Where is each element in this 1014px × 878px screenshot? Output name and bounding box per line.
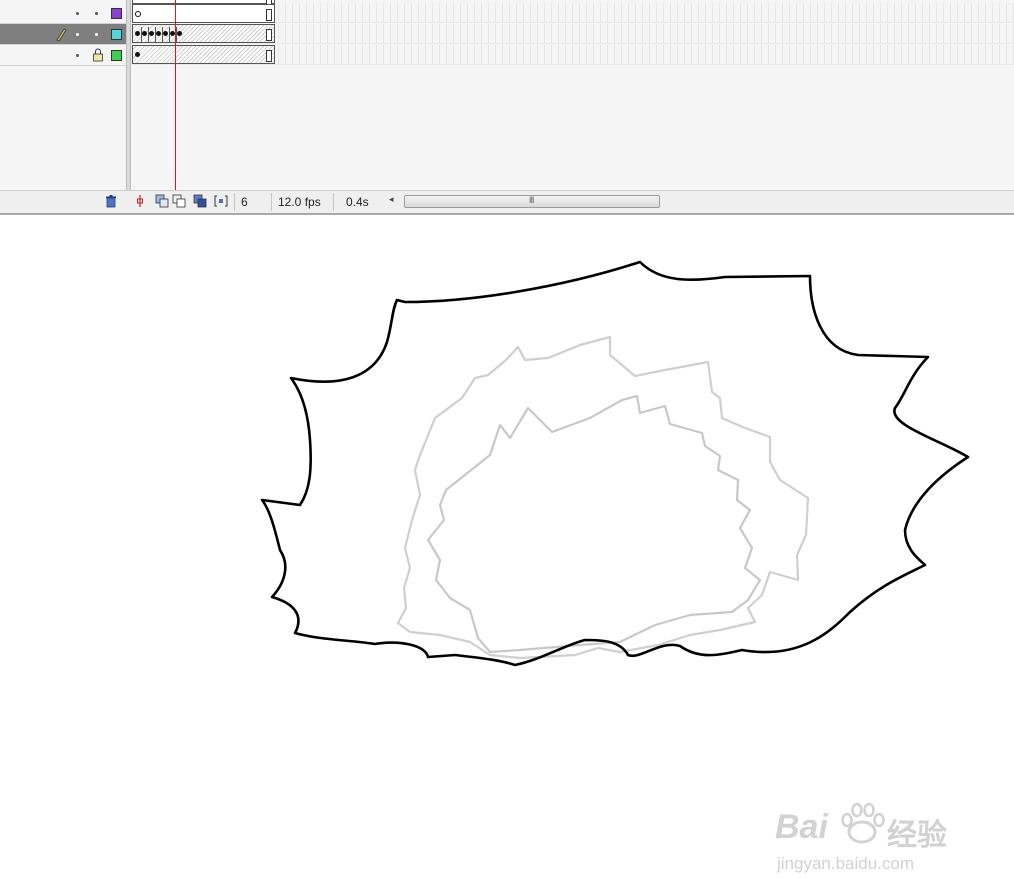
layer-color-swatch[interactable] xyxy=(111,29,122,40)
watermark-brand-right: 经验 xyxy=(887,819,947,852)
layer-row-2-selected[interactable] xyxy=(0,24,126,45)
frame-rate[interactable]: 12.0 fps xyxy=(271,193,329,211)
current-frame: 6 xyxy=(234,193,268,211)
layer-color-swatch[interactable] xyxy=(111,50,122,61)
timeline-panel: 6 12.0 fps 0.4s ◂ III xyxy=(0,0,1014,215)
layer-list xyxy=(0,0,126,213)
stage-canvas[interactable]: Bai 经验 jingyan.baidu.com xyxy=(0,215,1014,873)
onion-skin-shape-outer xyxy=(396,335,810,660)
frame-span-1[interactable] xyxy=(132,4,275,23)
keyframe[interactable] xyxy=(177,31,182,36)
playhead[interactable] xyxy=(175,0,176,191)
keyframe[interactable] xyxy=(156,31,161,36)
lock-icon[interactable] xyxy=(92,48,104,62)
onion-skin-icon[interactable] xyxy=(155,194,169,208)
frame-grid[interactable] xyxy=(131,0,1014,190)
keyframe[interactable] xyxy=(149,31,154,36)
horizontal-scrollbar[interactable]: III xyxy=(404,195,660,208)
visibility-dot[interactable] xyxy=(76,12,79,15)
trash-icon[interactable] xyxy=(104,194,118,208)
watermark-brand-left: Bai xyxy=(775,808,828,846)
timeline-status-bar: 6 12.0 fps 0.4s ◂ III xyxy=(0,190,1014,213)
scroll-left-arrow-icon[interactable]: ◂ xyxy=(389,194,394,205)
lock-dot[interactable] xyxy=(95,12,98,15)
paw-icon xyxy=(841,802,885,844)
edit-multiple-frames-icon[interactable] xyxy=(193,194,207,208)
layer-row-1[interactable] xyxy=(0,3,126,24)
keyframe[interactable] xyxy=(163,31,168,36)
end-frame-marker xyxy=(266,29,272,41)
layer-row-3[interactable] xyxy=(0,45,126,66)
stage-artwork[interactable] xyxy=(0,215,1014,685)
frame-span-3[interactable] xyxy=(132,45,275,64)
blank-keyframe[interactable] xyxy=(135,11,141,17)
center-frame-icon[interactable] xyxy=(133,194,147,208)
scrollbar-grip[interactable]: III xyxy=(529,195,534,205)
baidu-watermark: Bai 经验 jingyan.baidu.com xyxy=(775,788,965,878)
burst-outline xyxy=(260,260,970,667)
frame-span-2[interactable] xyxy=(132,24,275,43)
watermark-url: jingyan.baidu.com xyxy=(777,854,915,873)
end-frame-marker xyxy=(266,50,272,62)
visibility-dot[interactable] xyxy=(76,54,79,57)
visibility-dot[interactable] xyxy=(76,33,79,36)
layer-color-swatch[interactable] xyxy=(111,8,122,19)
lock-dot[interactable] xyxy=(95,33,98,36)
elapsed-time: 0.4s xyxy=(333,193,379,211)
pencil-icon xyxy=(56,28,67,41)
onion-skin-shape-inner xyxy=(426,394,762,654)
keyframe[interactable] xyxy=(142,31,147,36)
keyframe[interactable] xyxy=(135,31,140,36)
keyframe[interactable] xyxy=(135,52,140,57)
onion-skin-outlines-icon[interactable] xyxy=(172,194,186,208)
modify-onion-markers-icon[interactable] xyxy=(214,194,228,208)
end-frame-marker xyxy=(266,9,272,21)
